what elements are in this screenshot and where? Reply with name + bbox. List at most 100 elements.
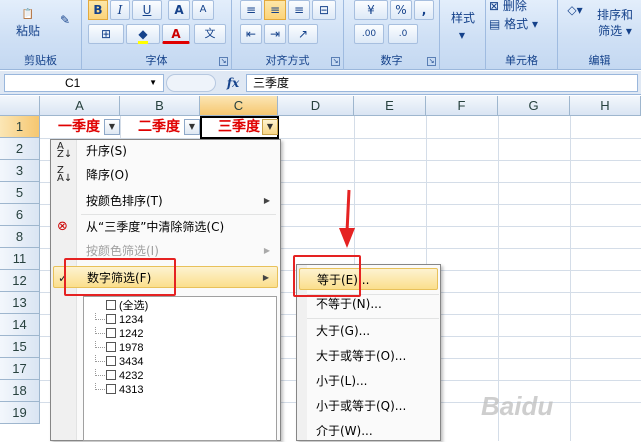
checkbox-icon[interactable] xyxy=(106,300,116,310)
filter-dropdown-a-icon[interactable]: ▼ xyxy=(104,119,120,135)
decrease-decimal-button[interactable]: .0 xyxy=(388,24,418,44)
paint-bucket-icon: ◆ xyxy=(138,27,148,44)
orientation-icon: ↗ xyxy=(297,27,309,41)
align-right-button[interactable]: ≡ xyxy=(288,0,310,20)
italic-button[interactable]: I xyxy=(110,0,130,20)
list-item[interactable]: 1978 xyxy=(95,341,143,355)
insert-function-icon[interactable]: fx xyxy=(222,74,244,92)
currency-button[interactable]: ¥ xyxy=(354,0,388,20)
checkbox-icon[interactable] xyxy=(106,328,116,338)
styles-button[interactable]: 样式 xyxy=(444,8,482,28)
orientation-button[interactable]: ↗ xyxy=(288,24,318,44)
number-dialog-launcher-icon[interactable]: ↘ xyxy=(427,57,436,66)
row-header[interactable]: 13 xyxy=(0,292,40,314)
increase-decimal-button[interactable]: .00 xyxy=(354,24,384,44)
column-header-b[interactable]: B xyxy=(120,96,200,116)
checkbox-icon[interactable] xyxy=(106,342,116,352)
sort-ascending-item[interactable]: A Z↓ 升序(S) xyxy=(53,140,278,162)
bold-button[interactable]: B xyxy=(88,0,108,20)
column-header-c[interactable]: C xyxy=(200,96,278,116)
sort-descending-item[interactable]: Z A↓ 降序(O) xyxy=(53,164,278,186)
alignment-dialog-launcher-icon[interactable]: ↘ xyxy=(331,57,340,66)
formula-bar-splitter[interactable] xyxy=(166,74,216,92)
cell-b1[interactable]: 二季度 xyxy=(138,116,180,138)
column-header-d[interactable]: D xyxy=(278,96,354,116)
row-header[interactable]: 14 xyxy=(0,314,40,336)
border-button[interactable]: ⊞ xyxy=(88,24,124,44)
list-item[interactable]: 3434 xyxy=(95,355,143,369)
checkbox-icon[interactable] xyxy=(106,314,116,324)
column-header-e[interactable]: E xyxy=(354,96,426,116)
currency-icon: ¥ xyxy=(367,3,375,17)
between-item[interactable]: 介于(W)... xyxy=(299,420,438,442)
grow-font-button[interactable]: A xyxy=(168,0,190,20)
list-item[interactable]: 4313 xyxy=(95,383,143,397)
list-item[interactable]: 4232 xyxy=(95,369,143,383)
sort-filter-button[interactable]: 排序和 筛选 ▾ xyxy=(590,6,640,40)
list-item[interactable]: 1242 xyxy=(95,327,143,341)
clear-filter-item[interactable]: ⊗ 从“三季度”中清除筛选(C) xyxy=(53,216,278,238)
filter-dropdown-b-icon[interactable]: ▼ xyxy=(184,119,200,135)
row-header[interactable]: 12 xyxy=(0,270,40,292)
annotation-arrow-icon xyxy=(339,189,355,248)
row-header[interactable]: 2 xyxy=(0,138,40,160)
border-icon: ⊞ xyxy=(100,27,112,41)
row-header[interactable]: 17 xyxy=(0,358,40,380)
font-color-button[interactable]: A xyxy=(162,24,190,44)
comma-button[interactable]: , xyxy=(414,0,434,20)
increase-indent-button[interactable]: ⇥ xyxy=(264,24,286,44)
column-header-a[interactable]: A xyxy=(40,96,120,116)
row-header[interactable]: 18 xyxy=(0,380,40,402)
format-button[interactable]: ▤ 格式 ▾ xyxy=(488,14,554,34)
column-header-h[interactable]: H xyxy=(570,96,641,116)
styles-chevron-down-icon[interactable]: ▼ xyxy=(454,26,470,46)
checkbox-icon[interactable] xyxy=(106,356,116,366)
paste-button[interactable]: 📋 粘贴 xyxy=(8,6,48,38)
sort-by-color-item[interactable]: 按颜色排序(T) ▶ xyxy=(53,190,278,212)
align-left-button[interactable]: ≡ xyxy=(240,0,262,20)
row-header[interactable]: 6 xyxy=(0,204,40,226)
select-all-corner[interactable] xyxy=(0,96,40,116)
font-dialog-launcher-icon[interactable]: ↘ xyxy=(219,57,228,66)
filter-value-list[interactable]: (全选) 1234 1242 1978 3434 4232 4313 xyxy=(83,296,277,441)
underline-button[interactable]: U xyxy=(132,0,162,20)
delete-icon: ⊠ xyxy=(489,0,503,13)
cell-c1[interactable]: 三季度 xyxy=(218,116,260,138)
format-painter-button[interactable]: ✎ xyxy=(54,10,76,30)
cell-a1[interactable]: 一季度 xyxy=(58,116,100,138)
paste-icon: 📋 xyxy=(21,9,35,20)
shrink-font-button[interactable]: A xyxy=(192,0,214,20)
fill-color-button[interactable]: ◆ xyxy=(126,24,160,44)
column-header-f[interactable]: F xyxy=(426,96,498,116)
styles-group: 样式 ▼ xyxy=(440,0,486,70)
list-item[interactable]: 1234 xyxy=(95,313,143,327)
name-box[interactable]: C1 ▼ xyxy=(4,74,164,92)
number-group: ¥ % , .00 .0 数字 ↘ xyxy=(344,0,440,70)
column-header-g[interactable]: G xyxy=(498,96,570,116)
row-header[interactable]: 3 xyxy=(0,160,40,182)
row-header[interactable]: 19 xyxy=(0,402,40,424)
greater-than-item[interactable]: 大于(G)... xyxy=(299,320,438,342)
indent-icon: ⇥ xyxy=(269,27,281,41)
annotation-highlight-equals xyxy=(293,255,361,297)
decrease-indent-button[interactable]: ⇤ xyxy=(240,24,262,44)
list-item[interactable]: (全选) xyxy=(106,299,148,313)
less-than-item[interactable]: 小于(L)... xyxy=(299,370,438,392)
formula-input[interactable]: 三季度 xyxy=(246,74,638,92)
chevron-down-icon[interactable]: ▼ xyxy=(149,75,157,91)
clear-button[interactable]: ◇▾ xyxy=(562,0,588,20)
filter-dropdown-c-icon[interactable]: ▼ xyxy=(262,119,278,135)
greater-or-equal-item[interactable]: 大于或等于(O)... xyxy=(299,345,438,367)
merge-button[interactable]: ⊟ xyxy=(312,0,336,20)
percent-button[interactable]: % xyxy=(390,0,412,20)
row-header[interactable]: 15 xyxy=(0,336,40,358)
phonetic-button[interactable]: 文 xyxy=(194,24,226,44)
row-header[interactable]: 8 xyxy=(0,226,40,248)
checkbox-icon[interactable] xyxy=(106,370,116,380)
row-header[interactable]: 5 xyxy=(0,182,40,204)
checkbox-icon[interactable] xyxy=(106,384,116,394)
row-header[interactable]: 11 xyxy=(0,248,40,270)
less-or-equal-item[interactable]: 小于或等于(Q)... xyxy=(299,395,438,417)
align-center-button[interactable]: ≡ xyxy=(264,0,286,20)
row-header[interactable]: 1 xyxy=(0,116,40,138)
